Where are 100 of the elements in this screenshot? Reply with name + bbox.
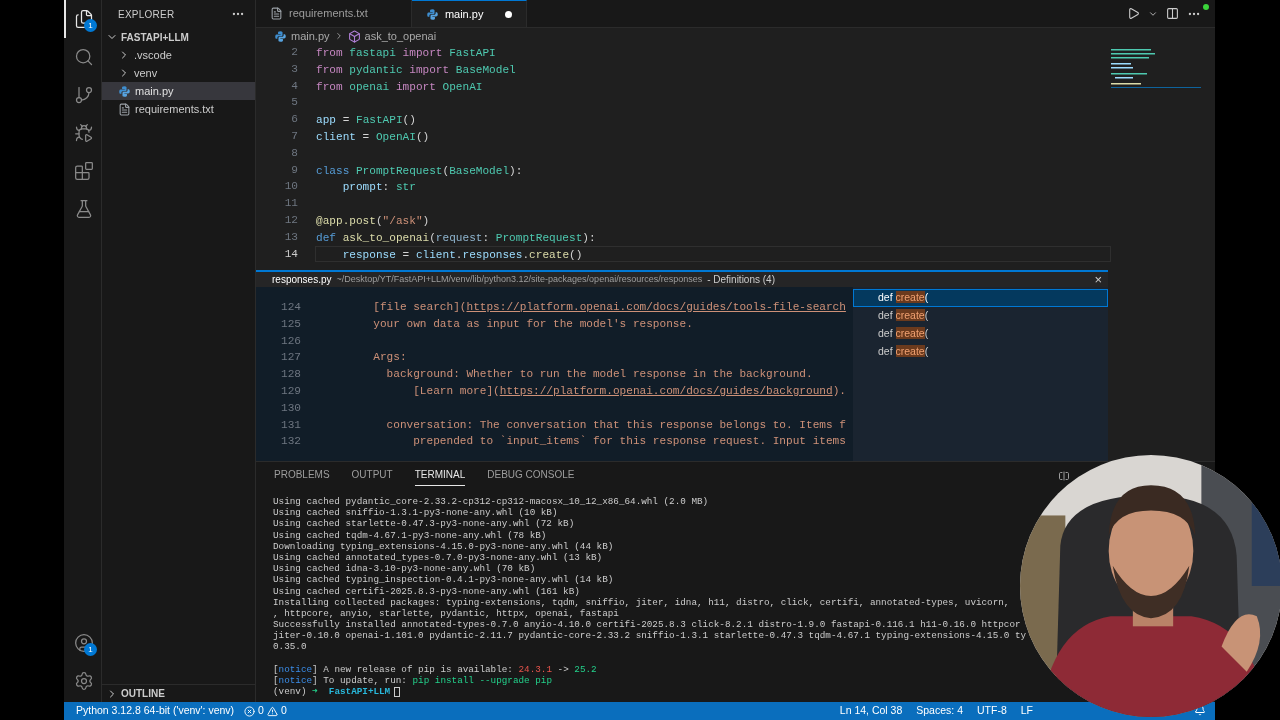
split-editor-icon[interactable] [1166,7,1179,20]
line-number: 3 [291,61,298,77]
terminal-line: Using cached tqdm-4.67.1-py3-none-any.whl (78 kB) [273,529,547,541]
line-number: 13 [284,229,298,245]
code-line: @app.post("/ask") [316,214,430,227]
editor-tab[interactable]: main.py [411,0,528,27]
warning-icon [266,705,278,717]
terminal-line: Using cached certifi-2025.8.3-py3-none-any.whl (161 kB) [273,585,580,597]
code-line: response = client.responses.create() [341,248,583,261]
sidebar-title: EXPLORER [118,7,175,22]
panel-tab[interactable]: TERMINAL [414,466,466,486]
file-tree-item[interactable]: .vscode [102,46,255,64]
file-tree-item[interactable]: requirements.txt [102,100,255,118]
terminal-line: Successfully installed annotated-types-0.7.0 anyio-4.10.0 certifi-2025.8.3 click-8.2.1 distro-1.9.0 fastapi-0.116.1 h11-0.16.0 httpcor [273,619,1021,631]
terminal-line: Downloading typing_extensions-4.15.0-py3-none-any.whl (44 kB) [273,540,614,552]
files-icon [74,9,94,29]
terminal-line: jiter-0.10.0 openai-1.101.0 pydantic-2.11.7 pydantic-core-2.33.2 sniffio-1.3.1 starlette-0.47.3 tqdm-4.67.1 typing-extensions-4.15.0 ty [273,630,1027,642]
problems-status[interactable]: 0 0 [244,703,287,719]
line-number: 8 [291,145,298,161]
line-number: 11 [284,196,298,212]
line-number: 129 [280,384,301,399]
file-tree-item[interactable]: main.py [102,82,255,100]
definition-item[interactable]: def create( [853,343,1108,361]
code-line: prompt: str [341,181,416,194]
code-line: conversation: The conversation that this response belongs to. Items f [385,417,846,433]
code-line: def ask_to_openai(request: PromptRequest): [316,231,596,244]
split-panel-icon[interactable] [1058,470,1070,482]
python-file-icon [425,7,439,21]
account-icon [74,633,94,653]
code-line: background: Whether to run the model response in the background. [385,367,813,383]
line-number: 128 [280,367,301,383]
definition-item[interactable]: def create( [853,325,1108,343]
terminal-line: Using cached annotated_types-0.7.0-py3-none-any.whl (13 kB) [273,551,603,563]
peek-title: - Definitions (4) [707,273,775,287]
peek-file-path: ~/Desktop/YT/FastAPI+LLM/venv/lib/python3.12/site-packages/openai/resources/responses [336,272,703,286]
status-item[interactable]: Spaces: 4 [916,703,963,719]
breadcrumb-item[interactable]: ask_to_openai [364,27,437,45]
terminal-line: [notice] A new release of pip is available: 24.3.1 -> 25.2 [273,663,597,675]
line-number: 132 [280,434,301,450]
line-number: 4 [291,78,298,94]
status-item[interactable]: UTF-8 [977,703,1007,719]
terminal-line: [notice] To update, run: pip install --upgrade pip [273,675,552,687]
terminal-line: (venv) ➜ FastAPI+LLM [273,686,391,698]
panel-tab[interactable]: PROBLEMS [274,466,330,486]
code-line: app = FastAPI() [316,114,416,127]
notification-icon[interactable] [1194,704,1206,716]
terminal-line: Using cached typing_inspection-0.4.1-py3-none-any.whl (14 kB) [273,574,614,586]
line-number: 127 [280,350,301,366]
terminal-line: Using cached starlette-0.47.3-py3-none-any.whl (72 kB) [273,518,575,530]
line-number: 124 [280,300,301,315]
line-number: 130 [280,400,301,416]
line-number: 9 [291,162,298,178]
terminal-line: , httpcore, anyio, starlette, pydantic, httpx, openai, fastapi [273,607,619,619]
terminal-line: Using cached pydantic_core-2.33.2-cp312-cp312-macosx_10_12_x86_64.whl (2.0 MB) [273,496,709,507]
code-line: class PromptRequest(BaseModel): [316,164,523,177]
line-number: 125 [280,316,301,332]
search-icon [74,47,94,67]
line-number: 5 [291,95,298,111]
editor-tab[interactable]: requirements.txt [256,0,412,27]
breadcrumb-item[interactable]: main.py [291,27,330,45]
line-number: 131 [280,417,301,433]
run-icon[interactable] [1127,7,1140,20]
status-item[interactable]: LF [1020,703,1033,719]
text-file-icon [118,102,131,116]
terminal-line: Installing collected packages: typing-extensions, tqdm, sniffio, jiter, idna, h11, distro, click, certifi, annotated-types, uvicorn, [273,596,1010,608]
terminal-line: 0.35.0 [273,641,307,653]
definition-item[interactable]: def create( [853,307,1108,325]
interpreter-status[interactable]: Python 3.12.8 64-bit ('venv': venv) [76,703,235,719]
notification-badge: 1 [84,643,97,656]
line-number: 2 [291,45,298,60]
terminal-line: Using cached sniffio-1.3.1-py3-none-any.whl (10 kB) [273,507,558,519]
line-number: 7 [291,129,298,144]
line-number: 6 [291,112,298,128]
close-button[interactable]: × [1094,273,1102,286]
bug-play-icon [74,123,94,143]
terminal-cursor [394,686,401,697]
definition-item[interactable]: def create( [853,289,1108,307]
file-tree-item[interactable]: venv [102,64,255,82]
code-line: prepended to `input_items` for this response request. Input items [412,434,846,450]
panel-tab[interactable]: OUTPUT [351,466,393,486]
line-number: 12 [284,212,298,228]
terminal-line: Using cached idna-3.10-py3-none-any.whl (70 kB) [273,563,536,575]
flask-icon [74,199,94,219]
code-line: Args: [372,350,407,366]
line-number: 126 [280,333,301,349]
method-icon [347,29,361,43]
code-line: [file search](https://platform.openai.com/docs/guides/tools-file-search [372,300,846,315]
status-item[interactable]: Ln 14, Col 38 [839,703,903,719]
activity-bar-button[interactable]: 1 [64,624,102,662]
line-number: 10 [284,179,298,195]
line-number: 14 [284,246,298,262]
error-icon [244,705,256,717]
folder-header[interactable]: FASTAPI+LLM [102,28,255,46]
branch-icon [74,85,94,105]
panel-tab[interactable]: DEBUG CONSOLE [487,466,575,486]
text-file-icon [270,7,283,20]
code-line: your own data as input for the model's response. [372,316,693,332]
blocks-icon [74,161,94,181]
code-line: [Learn more](https://platform.openai.com/docs/guides/background). [412,384,846,399]
python-file-icon [118,84,131,98]
